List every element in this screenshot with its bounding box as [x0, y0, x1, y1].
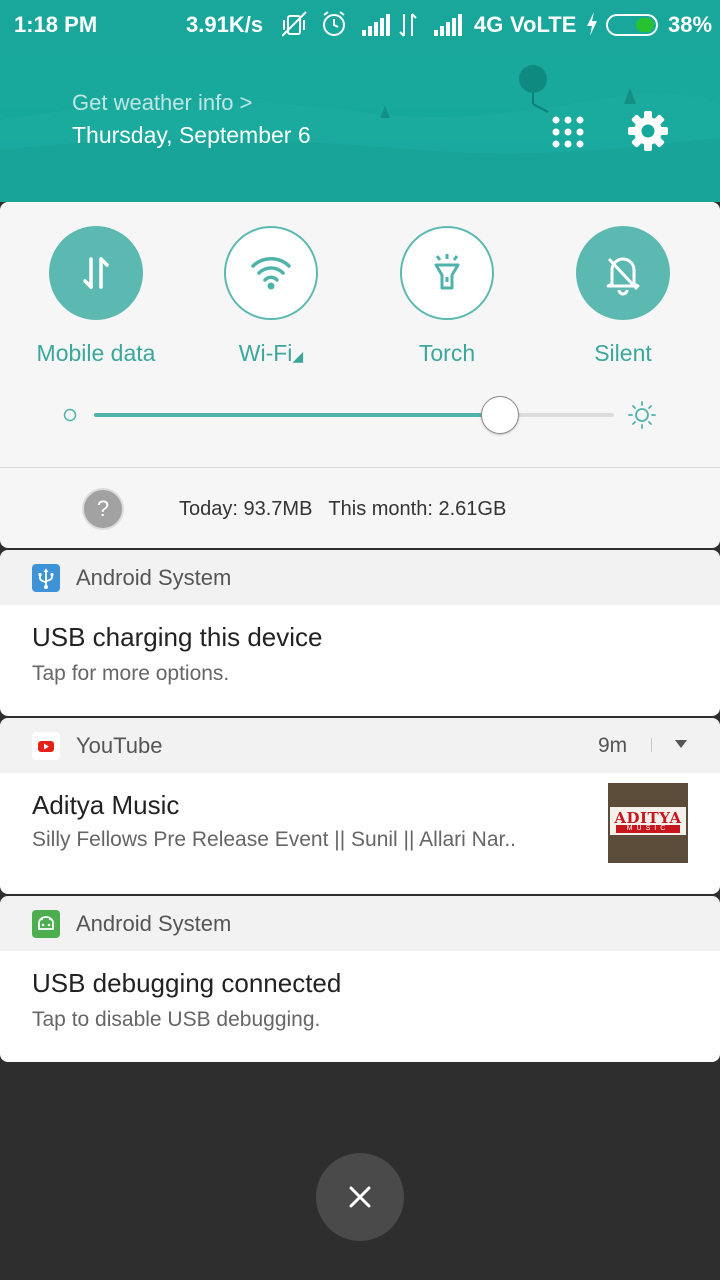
data-usage-month: This month: 2.61GB [328, 498, 507, 520]
help-icon[interactable]: ? [82, 488, 124, 530]
weather-link[interactable]: Get weather info > [72, 90, 252, 116]
notification-body: Tap for more options. [32, 662, 230, 685]
notification-body: Silly Fellows Pre Release Event || Sunil… [32, 828, 517, 851]
signal-icon-2 [434, 14, 462, 36]
toggle-label: Torch [418, 340, 476, 366]
notification-time: 9m [598, 734, 628, 757]
apps-grid-icon[interactable] [546, 110, 590, 154]
brightness-slider-fill [94, 413, 500, 417]
notification-app-name: Android System [76, 911, 232, 936]
wifi-icon[interactable] [224, 226, 318, 320]
signal-icon [362, 14, 390, 36]
brightness-slider-thumb[interactable] [480, 396, 519, 434]
status-icons [282, 11, 462, 37]
clear-all-button[interactable] [316, 1153, 404, 1241]
data-usage[interactable]: Today: 93.7MB This month: 2.61GB [179, 498, 506, 521]
brightness-high-icon [628, 401, 656, 429]
toggle-wifi[interactable]: Wi-Fi◢ [183, 226, 359, 376]
status-bar: 1:18 PM 3.91K/s 4G VoLTE 38% [0, 0, 720, 52]
wifi-label: Wi-Fi [238, 340, 293, 366]
quick-settings-panel: Mobile data Wi-Fi◢ Torch Silent ? Today:… [0, 202, 720, 548]
data-usage-today: Today: 93.7MB [179, 498, 313, 520]
brightness-low-icon [63, 408, 77, 422]
notification-app-name: YouTube [76, 733, 163, 758]
notification-title: Aditya Music [32, 790, 180, 820]
toggle-mobile-data[interactable]: Mobile data [8, 226, 184, 376]
toggle-label: Mobile data [36, 340, 156, 366]
toggle-torch[interactable]: Torch [359, 226, 535, 376]
torch-icon[interactable] [400, 226, 494, 320]
clock: 1:18 PM [14, 12, 98, 37]
notification-title: USB charging this device [32, 622, 323, 652]
android-icon [32, 910, 60, 938]
notification-title: USB debugging connected [32, 968, 342, 998]
notification-shade-header: 1:18 PM 3.91K/s 4G VoLTE 38% Get weather… [0, 0, 720, 202]
youtube-icon [32, 732, 60, 760]
alarm-icon [323, 11, 345, 36]
date-label: Thursday, September 6 [72, 122, 311, 148]
wifi-expand-icon: ◢ [292, 348, 304, 364]
notification-header: YouTube 9m [0, 718, 720, 773]
vibrate-off-icon [282, 11, 307, 37]
video-thumbnail: ADITYA MUSIC [608, 783, 688, 863]
toggle-label: Wi-Fi◢ [183, 340, 359, 367]
usb-icon [32, 564, 60, 592]
network-type: 4G [474, 12, 504, 37]
notification-app-name: Android System [76, 565, 232, 590]
logo-subtext: MUSIC [616, 825, 680, 833]
network-speed: 3.91K/s [186, 12, 264, 37]
data-activity-icon [399, 13, 417, 37]
expand-arrow-icon[interactable] [673, 738, 689, 750]
notification-youtube[interactable]: YouTube 9m Aditya Music Silly Fellows Pr… [0, 718, 720, 894]
notification-header: Android System [0, 550, 720, 605]
brightness-slider[interactable] [94, 413, 614, 417]
silent-bell-icon[interactable] [576, 226, 670, 320]
volte-indicator: VoLTE [510, 12, 577, 37]
toggle-label: Silent [594, 340, 652, 366]
notification-usb-debugging[interactable]: Android System USB debugging connected T… [0, 896, 720, 1062]
notification-body: Tap to disable USB debugging. [32, 1008, 321, 1031]
divider [0, 467, 720, 468]
mobile-data-icon[interactable] [49, 226, 143, 320]
divider [651, 738, 652, 752]
battery-icon [606, 14, 658, 36]
aditya-music-logo: ADITYA MUSIC [610, 807, 686, 835]
notification-usb-charging[interactable]: Android System USB charging this device … [0, 550, 720, 716]
notification-header: Android System [0, 896, 720, 951]
charging-icon [587, 12, 597, 36]
settings-gear-icon[interactable] [625, 108, 671, 154]
close-icon[interactable] [316, 1153, 404, 1241]
toggle-silent[interactable]: Silent [535, 226, 711, 376]
battery-percent: 38% [668, 12, 713, 37]
